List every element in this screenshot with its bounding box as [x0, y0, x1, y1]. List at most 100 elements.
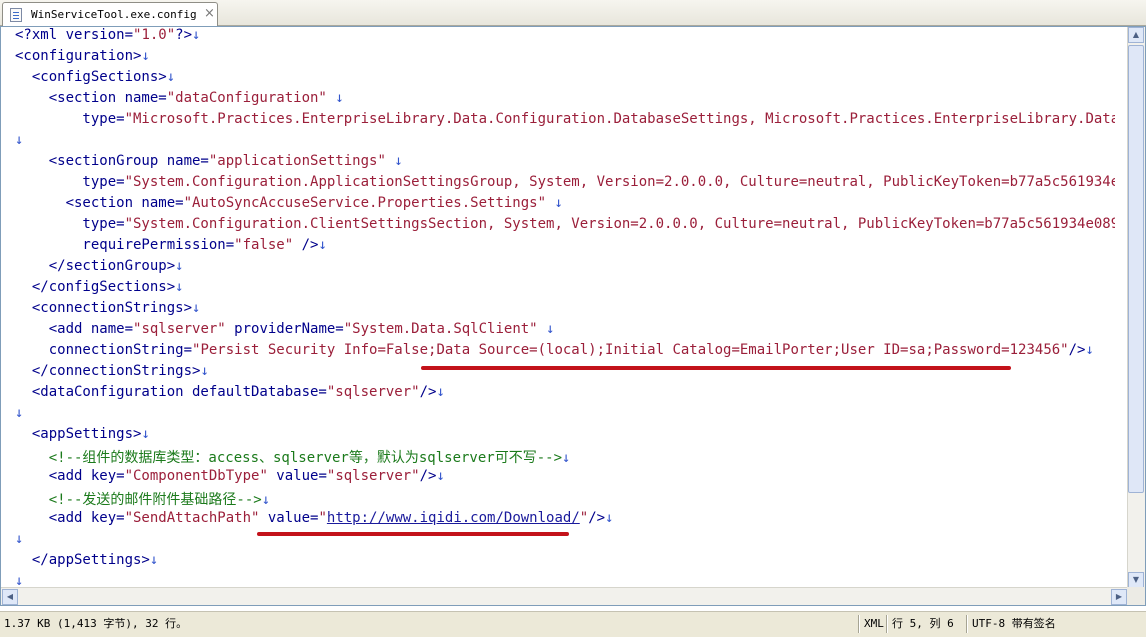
code-token: "System.Configuration.ClientSettingsSect… [124, 216, 1115, 232]
code-line[interactable]: <section name="dataConfiguration" ↓ [15, 90, 344, 111]
code-line[interactable]: <sectionGroup name="applicationSettings"… [15, 153, 403, 174]
status-file-info: 1.37 KB (1,413 字节), 32 行。 [4, 617, 188, 630]
code-editor[interactable]: <?xml version="1.0"?>↓ <configuration>↓ <… [0, 26, 1146, 606]
line-break-icon: ↓ [335, 90, 344, 106]
code-line[interactable]: type="Microsoft.Practices.EnterpriseLibr… [15, 111, 1115, 132]
code-token: /> [293, 237, 319, 253]
vertical-scrollbar[interactable]: ▲ ▼ [1127, 27, 1145, 588]
line-break-icon: ↓ [436, 384, 445, 400]
status-encoding: UTF-8 带有签名 [972, 617, 1056, 630]
code-token: </appSettings> [15, 552, 150, 568]
code-token: "applicationSettings" [208, 153, 386, 169]
code-line[interactable]: <add key="ComponentDbType" value="sqlser… [15, 468, 445, 489]
code-token: <appSettings> [15, 426, 142, 442]
code-line[interactable]: <configuration>↓ [15, 48, 150, 69]
code-token: "sqlserver" [326, 468, 420, 484]
url-link[interactable]: http://www.iqidi.com/Download/ [327, 510, 580, 526]
status-mode: XML [864, 617, 884, 630]
status-divider [886, 615, 887, 633]
code-line[interactable]: ↓ [15, 531, 23, 552]
highlight-underline-path [257, 532, 569, 536]
code-token: /> [1068, 342, 1086, 358]
code-line[interactable]: <!--组件的数据库类型：access、sqlserver等，默认为sqlser… [15, 447, 571, 468]
code-line[interactable]: <!--发送的邮件附件基础路径-->↓ [15, 489, 270, 510]
horizontal-scrollbar[interactable]: ◀ ▶ [1, 587, 1128, 605]
code-line[interactable]: <dataConfiguration defaultDatabase="sqls… [15, 384, 445, 405]
code-line[interactable]: <section name="AutoSyncAccuseService.Pro… [15, 195, 563, 216]
code-token: requirePermission= [15, 237, 235, 253]
scrollbar-corner [1127, 587, 1145, 605]
code-token: "AutoSyncAccuseService.Properties.Settin… [183, 195, 547, 211]
line-break-icon: ↓ [394, 153, 403, 169]
status-position: 行 5, 列 6 [892, 617, 954, 630]
line-break-icon: ↓ [166, 69, 176, 85]
code-token: "sqlserver" [326, 384, 420, 400]
line-break-icon: ↓ [318, 237, 327, 253]
code-line[interactable]: </connectionStrings>↓ [15, 363, 209, 384]
code-token: value= [259, 510, 319, 526]
line-break-icon: ↓ [175, 258, 184, 274]
line-break-icon: ↓ [15, 531, 24, 547]
close-icon[interactable]: × [204, 6, 215, 22]
code-token: "Persist Security Info=False;Data Source… [192, 342, 1069, 358]
line-break-icon: ↓ [200, 363, 209, 379]
code-token: </connectionStrings> [15, 363, 201, 379]
code-line[interactable]: ↓ [15, 405, 23, 426]
code-token: </sectionGroup> [15, 258, 176, 274]
status-bar: 1.37 KB (1,413 字节), 32 行。 XML 行 5, 列 6 U… [0, 611, 1146, 637]
code-token: <!--发送的邮件附件基础路径--> [15, 492, 262, 508]
code-token: type= [15, 216, 125, 232]
status-divider [966, 615, 967, 633]
scroll-left-button[interactable]: ◀ [2, 589, 18, 605]
code-token: <configSections> [15, 69, 167, 85]
code-token: <configuration> [15, 48, 142, 64]
code-token: <connectionStrings> [15, 300, 193, 316]
line-break-icon: ↓ [1085, 342, 1094, 358]
code-line[interactable]: type="System.Configuration.ApplicationSe… [15, 174, 1115, 195]
code-line[interactable]: </configSections>↓ [15, 279, 184, 300]
line-break-icon: ↓ [15, 132, 24, 148]
code-line[interactable]: <appSettings>↓ [15, 426, 150, 447]
line-break-icon: ↓ [192, 27, 201, 43]
tab-title: WinServiceTool.exe.config [31, 8, 197, 21]
line-break-icon: ↓ [554, 195, 563, 211]
code-area[interactable]: <?xml version="1.0"?>↓ <configuration>↓ <… [15, 27, 1115, 605]
code-token: </configSections> [15, 279, 176, 295]
code-line[interactable]: type="System.Configuration.ClientSetting… [15, 216, 1115, 237]
code-line[interactable]: connectionString="Persist Security Info=… [15, 342, 1094, 363]
scroll-thumb[interactable] [1128, 45, 1144, 493]
code-token: "SendAttachPath" [124, 510, 260, 526]
code-line[interactable]: <add key="SendAttachPath" value="http://… [15, 510, 614, 531]
code-token: " [579, 510, 589, 526]
scroll-down-button[interactable]: ▼ [1128, 572, 1144, 588]
line-break-icon: ↓ [436, 468, 445, 484]
line-break-icon: ↓ [141, 426, 150, 442]
code-token: <add name= [15, 321, 134, 337]
code-token: "1.0" [133, 27, 176, 43]
code-token: " [318, 510, 327, 526]
code-token: value= [267, 468, 327, 484]
code-token: providerName= [225, 321, 344, 337]
code-line[interactable]: requirePermission="false" />↓ [15, 237, 327, 258]
scroll-up-button[interactable]: ▲ [1128, 27, 1144, 43]
tab-file[interactable]: WinServiceTool.exe.config × [2, 2, 218, 27]
code-token: "sqlserver" [133, 321, 226, 337]
code-line[interactable]: <configSections>↓ [15, 69, 175, 90]
code-line[interactable]: <add name="sqlserver" providerName="Syst… [15, 321, 555, 342]
code-line[interactable]: <connectionStrings>↓ [15, 300, 201, 321]
line-break-icon: ↓ [141, 48, 150, 64]
code-line[interactable]: </sectionGroup>↓ [15, 258, 184, 279]
line-break-icon: ↓ [261, 492, 271, 508]
code-line[interactable]: <?xml version="1.0"?>↓ [15, 27, 200, 48]
line-break-icon: ↓ [149, 552, 159, 568]
code-line[interactable]: </appSettings>↓ [15, 552, 158, 573]
code-line[interactable]: ↓ [15, 132, 23, 153]
status-divider [858, 615, 859, 633]
scroll-right-button[interactable]: ▶ [1111, 589, 1127, 605]
code-token: /> [588, 510, 606, 526]
code-token: "Microsoft.Practices.EnterpriseLibrary.D… [124, 111, 1115, 127]
code-token: "ComponentDbType" [124, 468, 268, 484]
tab-bar: WinServiceTool.exe.config × [0, 0, 1146, 27]
line-break-icon: ↓ [15, 405, 24, 421]
